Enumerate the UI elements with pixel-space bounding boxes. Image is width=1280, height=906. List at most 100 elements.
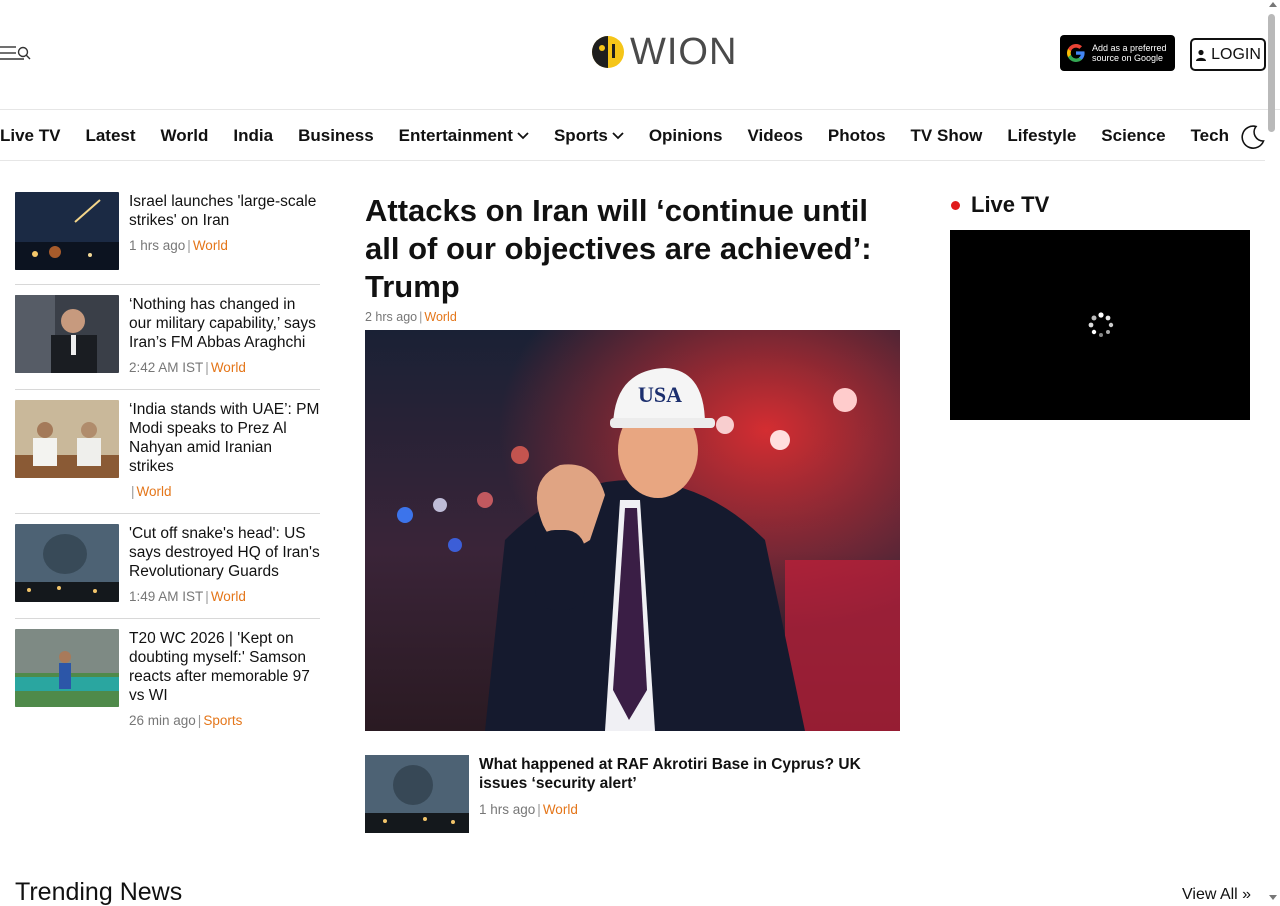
meta-separator: | [205, 589, 209, 604]
meta-separator: | [197, 713, 202, 728]
story-title[interactable]: T20 WC 2026 | 'Kept on doubting myself:'… [129, 629, 320, 705]
story-category-link[interactable]: Sports [203, 713, 242, 728]
live-tv-player[interactable] [950, 230, 1250, 420]
live-tv-widget: Live TV [950, 192, 1250, 420]
story-time: 1:49 AM IST [129, 589, 204, 604]
dark-mode-toggle[interactable] [1240, 124, 1266, 150]
nav-item-latest[interactable]: Latest [85, 126, 135, 146]
list-item[interactable]: Israel launches 'large-scale strikes' on… [15, 192, 320, 285]
story-meta: | World [129, 484, 320, 499]
nav-item-world[interactable]: World [161, 126, 209, 146]
story-thumbnail[interactable] [365, 755, 469, 833]
trending-heading: Trending News [15, 878, 183, 906]
story-category-link[interactable]: World [211, 360, 246, 375]
nav-label: Science [1101, 125, 1166, 145]
nav-item-india[interactable]: India [233, 126, 273, 146]
story-category-link[interactable]: World [424, 310, 456, 324]
story-thumbnail[interactable] [15, 295, 119, 373]
login-button[interactable]: LOGIN [1190, 38, 1266, 71]
wion-logo[interactable]: WION [590, 30, 738, 73]
nav-item-tech[interactable]: Tech [1191, 126, 1229, 146]
chevron-down-icon [517, 131, 529, 139]
story-title[interactable]: ‘India stands with UAE’: PM Modi speaks … [129, 400, 320, 476]
story-title[interactable]: 'Cut off snake's head': US says destroye… [129, 524, 320, 581]
story-thumbnail[interactable] [15, 629, 119, 707]
nav-item-photos[interactable]: Photos [828, 126, 886, 146]
meta-separator: | [187, 238, 191, 253]
google-badge-text: Add as a preferred source on Google [1092, 43, 1167, 63]
nav-item-entertainment[interactable]: Entertainment [399, 126, 529, 146]
story-meta: 1 hrs ago | World [129, 238, 320, 253]
raf-base-image [365, 755, 469, 833]
nav-label: Entertainment [398, 125, 513, 145]
nav-label: World [160, 125, 209, 145]
story-thumbnail[interactable] [15, 524, 119, 602]
list-item[interactable]: ‘India stands with UAE’: PM Modi speaks … [15, 400, 320, 514]
nav-label: TV Show [910, 125, 983, 145]
story-category-link[interactable]: World [211, 589, 246, 604]
nav-label: Sports [553, 125, 608, 145]
story-category-link[interactable]: World [543, 802, 578, 817]
page-scrollbar[interactable] [1268, 14, 1275, 132]
nav-label: Lifestyle [1007, 125, 1077, 145]
nav-item-lifestyle[interactable]: Lifestyle [1007, 126, 1076, 146]
main-story-meta: 2 hrs ago | World [365, 310, 900, 324]
login-label: LOGIN [1211, 45, 1261, 63]
list-item[interactable]: T20 WC 2026 | 'Kept on doubting myself:'… [15, 629, 320, 742]
story-meta: 26 min ago | Sports [129, 713, 320, 728]
meta-separator: | [537, 802, 541, 817]
chevron-down-icon [612, 131, 624, 139]
nav-label: Tech [1190, 125, 1229, 145]
view-all-link[interactable]: View All » [1182, 886, 1251, 904]
nav-label: Latest [85, 125, 136, 145]
cricket-player-image [15, 629, 119, 707]
story-time: 2:42 AM IST [129, 360, 204, 375]
story-thumbnail[interactable] [15, 400, 119, 478]
main-story: Attacks on Iran will ‘continue until all… [365, 192, 900, 833]
live-tv-heading[interactable]: Live TV [950, 192, 1250, 218]
nav-label: Business [298, 125, 374, 145]
hero-image[interactable]: USA [365, 330, 900, 731]
story-category-link[interactable]: World [137, 484, 172, 499]
sub-story[interactable]: What happened at RAF Akrotiri Base in Cy… [365, 755, 900, 833]
nav-item-business[interactable]: Business [298, 126, 374, 146]
story-thumbnail[interactable] [15, 192, 119, 270]
trump-photo-image: USA [365, 330, 900, 731]
loading-spinner-icon [1088, 312, 1114, 337]
meta-separator: | [205, 360, 209, 375]
missile-night-image [15, 192, 119, 270]
main-headline[interactable]: Attacks on Iran will ‘continue until all… [365, 192, 900, 306]
scroll-down-arrow-icon[interactable] [1269, 895, 1277, 900]
nav-label: Photos [827, 125, 886, 145]
nav-item-tv-show[interactable]: TV Show [911, 126, 983, 146]
nav-item-live-tv[interactable]: Live TV [0, 126, 60, 146]
story-time: 2 hrs ago [365, 310, 418, 324]
nav-item-videos[interactable]: Videos [747, 126, 802, 146]
site-header: WION Add as a preferred source on Google… [0, 0, 1280, 110]
nav-label: Opinions [648, 125, 723, 145]
story-title[interactable]: ‘Nothing has changed in our military cap… [129, 295, 320, 352]
story-time: 26 min ago [129, 713, 196, 728]
list-item[interactable]: ‘Nothing has changed in our military cap… [15, 295, 320, 390]
logo-text: WION [630, 30, 738, 73]
story-title[interactable]: What happened at RAF Akrotiri Base in Cy… [479, 755, 900, 793]
nav-item-sports[interactable]: Sports [554, 126, 624, 146]
moon-icon [1241, 125, 1265, 149]
story-title[interactable]: Israel launches 'large-scale strikes' on… [129, 192, 320, 230]
meta-separator: | [419, 310, 423, 324]
google-preferred-source-button[interactable]: Add as a preferred source on Google [1060, 35, 1175, 71]
story-meta: 2:42 AM IST | World [129, 360, 320, 375]
nav-label: Videos [747, 125, 803, 145]
story-category-link[interactable]: World [193, 238, 228, 253]
scroll-up-arrow-icon[interactable] [1269, 2, 1277, 7]
main-nav: Live TV Latest World India Business Ente… [0, 111, 1265, 161]
story-meta: 1:49 AM IST | World [129, 589, 320, 604]
story-time: 1 hrs ago [129, 238, 186, 253]
nav-item-opinions[interactable]: Opinions [649, 126, 723, 146]
city-smoke-image [15, 524, 119, 602]
nav-item-science[interactable]: Science [1101, 126, 1165, 146]
list-item[interactable]: 'Cut off snake's head': US says destroye… [15, 524, 320, 619]
menu-search-button[interactable] [0, 44, 34, 64]
live-dot-icon [951, 200, 960, 210]
user-icon [1196, 49, 1207, 61]
